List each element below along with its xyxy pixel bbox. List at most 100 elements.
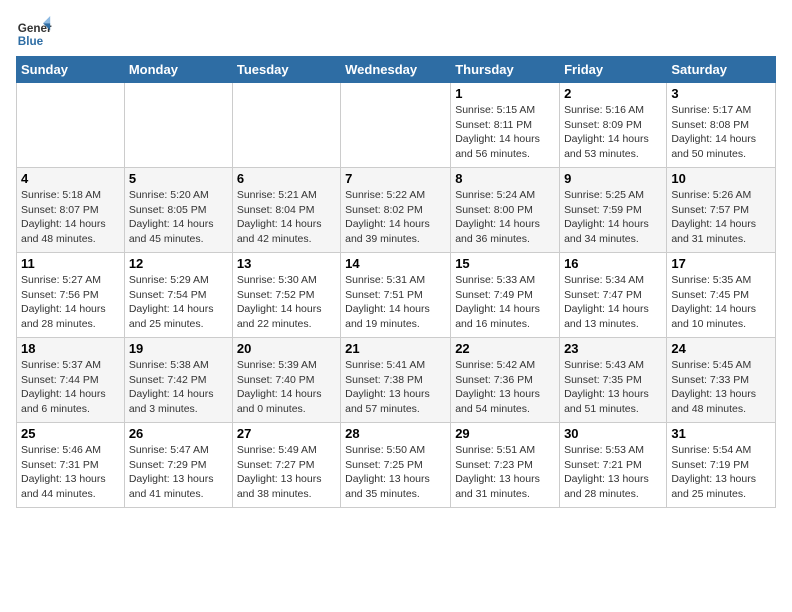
- calendar-cell: 26 Sunrise: 5:47 AM Sunset: 7:29 PM Dayli…: [124, 423, 232, 508]
- calendar-cell: 12Sunrise: 5:29 AM Sunset: 7:54 PM Dayli…: [124, 253, 232, 338]
- day-info: Sunrise: 5:54 AM Sunset: 7:19 PM Dayligh…: [671, 443, 771, 502]
- header-sunday: Sunday: [17, 57, 125, 83]
- calendar-cell: 21 Sunrise: 5:41 AM Sunset: 7:38 PM Dayli…: [341, 338, 451, 423]
- day-number: 26: [129, 426, 228, 441]
- calendar-cell: 7 Sunrise: 5:22 AM Sunset: 8:02 PM Daylig…: [341, 168, 451, 253]
- calendar-cell: 10 Sunrise: 5:26 AM Sunset: 7:57 PM Dayli…: [667, 168, 776, 253]
- calendar-cell: 8Sunrise: 5:24 AM Sunset: 8:00 PM Daylig…: [451, 168, 560, 253]
- svg-text:Blue: Blue: [18, 35, 44, 48]
- day-number: 5: [129, 171, 228, 186]
- day-info: Sunrise: 5:31 AM Sunset: 7:51 PM Dayligh…: [345, 273, 446, 332]
- calendar-cell: 14 Sunrise: 5:31 AM Sunset: 7:51 PM Dayli…: [341, 253, 451, 338]
- week-row-2: 4 Sunrise: 5:18 AM Sunset: 8:07 PM Daylig…: [17, 168, 776, 253]
- day-number: 17: [671, 256, 771, 271]
- day-info: Sunrise: 5:27 AM Sunset: 7:56 PM Dayligh…: [21, 273, 120, 332]
- calendar-cell: 17 Sunrise: 5:35 AM Sunset: 7:45 PM Dayli…: [667, 253, 776, 338]
- header-tuesday: Tuesday: [232, 57, 340, 83]
- day-info: Sunrise: 5:33 AM Sunset: 7:49 PM Dayligh…: [455, 273, 555, 332]
- day-number: 21: [345, 341, 446, 356]
- day-number: 16: [564, 256, 662, 271]
- day-number: 4: [21, 171, 120, 186]
- calendar-cell: 1Sunrise: 5:15 AM Sunset: 8:11 PM Daylig…: [451, 83, 560, 168]
- day-info: Sunrise: 5:16 AM Sunset: 8:09 PM Dayligh…: [564, 103, 662, 162]
- logo: General Blue: [16, 16, 52, 52]
- day-number: 28: [345, 426, 446, 441]
- day-info: Sunrise: 5:25 AM Sunset: 7:59 PM Dayligh…: [564, 188, 662, 247]
- day-info: Sunrise: 5:45 AM Sunset: 7:33 PM Dayligh…: [671, 358, 771, 417]
- day-info: Sunrise: 5:15 AM Sunset: 8:11 PM Dayligh…: [455, 103, 555, 162]
- calendar-cell: [124, 83, 232, 168]
- calendar-cell: 18 Sunrise: 5:37 AM Sunset: 7:44 PM Dayli…: [17, 338, 125, 423]
- day-info: Sunrise: 5:53 AM Sunset: 7:21 PM Dayligh…: [564, 443, 662, 502]
- day-info: Sunrise: 5:37 AM Sunset: 7:44 PM Dayligh…: [21, 358, 120, 417]
- calendar-cell: 28 Sunrise: 5:50 AM Sunset: 7:25 PM Dayli…: [341, 423, 451, 508]
- week-row-5: 25 Sunrise: 5:46 AM Sunset: 7:31 PM Dayli…: [17, 423, 776, 508]
- day-info: Sunrise: 5:17 AM Sunset: 8:08 PM Dayligh…: [671, 103, 771, 162]
- calendar-cell: 19Sunrise: 5:38 AM Sunset: 7:42 PM Dayli…: [124, 338, 232, 423]
- logo-icon: General Blue: [16, 16, 52, 52]
- day-number: 18: [21, 341, 120, 356]
- day-number: 15: [455, 256, 555, 271]
- day-number: 27: [237, 426, 336, 441]
- header-friday: Friday: [560, 57, 667, 83]
- day-info: Sunrise: 5:39 AM Sunset: 7:40 PM Dayligh…: [237, 358, 336, 417]
- calendar-table: SundayMondayTuesdayWednesdayThursdayFrid…: [16, 56, 776, 508]
- day-number: 20: [237, 341, 336, 356]
- day-info: Sunrise: 5:41 AM Sunset: 7:38 PM Dayligh…: [345, 358, 446, 417]
- calendar-cell: 9Sunrise: 5:25 AM Sunset: 7:59 PM Daylig…: [560, 168, 667, 253]
- day-number: 10: [671, 171, 771, 186]
- day-info: Sunrise: 5:20 AM Sunset: 8:05 PM Dayligh…: [129, 188, 228, 247]
- page-header: General Blue: [16, 16, 776, 52]
- day-number: 29: [455, 426, 555, 441]
- day-number: 13: [237, 256, 336, 271]
- day-info: Sunrise: 5:42 AM Sunset: 7:36 PM Dayligh…: [455, 358, 555, 417]
- day-number: 12: [129, 256, 228, 271]
- day-info: Sunrise: 5:35 AM Sunset: 7:45 PM Dayligh…: [671, 273, 771, 332]
- calendar-cell: [341, 83, 451, 168]
- day-info: Sunrise: 5:47 AM Sunset: 7:29 PM Dayligh…: [129, 443, 228, 502]
- calendar-cell: 16 Sunrise: 5:34 AM Sunset: 7:47 PM Dayli…: [560, 253, 667, 338]
- day-number: 3: [671, 86, 771, 101]
- day-number: 23: [564, 341, 662, 356]
- day-info: Sunrise: 5:26 AM Sunset: 7:57 PM Dayligh…: [671, 188, 771, 247]
- day-number: 30: [564, 426, 662, 441]
- header-thursday: Thursday: [451, 57, 560, 83]
- day-info: Sunrise: 5:50 AM Sunset: 7:25 PM Dayligh…: [345, 443, 446, 502]
- calendar-cell: 2 Sunrise: 5:16 AM Sunset: 8:09 PM Daylig…: [560, 83, 667, 168]
- week-row-1: 1Sunrise: 5:15 AM Sunset: 8:11 PM Daylig…: [17, 83, 776, 168]
- day-info: Sunrise: 5:18 AM Sunset: 8:07 PM Dayligh…: [21, 188, 120, 247]
- header-monday: Monday: [124, 57, 232, 83]
- calendar-cell: 30 Sunrise: 5:53 AM Sunset: 7:21 PM Dayli…: [560, 423, 667, 508]
- calendar-cell: [17, 83, 125, 168]
- day-number: 11: [21, 256, 120, 271]
- day-number: 14: [345, 256, 446, 271]
- calendar-header-row: SundayMondayTuesdayWednesdayThursdayFrid…: [17, 57, 776, 83]
- day-info: Sunrise: 5:43 AM Sunset: 7:35 PM Dayligh…: [564, 358, 662, 417]
- day-info: Sunrise: 5:22 AM Sunset: 8:02 PM Dayligh…: [345, 188, 446, 247]
- day-info: Sunrise: 5:30 AM Sunset: 7:52 PM Dayligh…: [237, 273, 336, 332]
- week-row-4: 18 Sunrise: 5:37 AM Sunset: 7:44 PM Dayli…: [17, 338, 776, 423]
- day-number: 2: [564, 86, 662, 101]
- calendar-cell: 22Sunrise: 5:42 AM Sunset: 7:36 PM Dayli…: [451, 338, 560, 423]
- calendar-cell: 3 Sunrise: 5:17 AM Sunset: 8:08 PM Daylig…: [667, 83, 776, 168]
- day-number: 24: [671, 341, 771, 356]
- header-saturday: Saturday: [667, 57, 776, 83]
- header-wednesday: Wednesday: [341, 57, 451, 83]
- calendar-cell: 4 Sunrise: 5:18 AM Sunset: 8:07 PM Daylig…: [17, 168, 125, 253]
- calendar-cell: 11 Sunrise: 5:27 AM Sunset: 7:56 PM Dayli…: [17, 253, 125, 338]
- day-info: Sunrise: 5:21 AM Sunset: 8:04 PM Dayligh…: [237, 188, 336, 247]
- calendar-cell: 29 Sunrise: 5:51 AM Sunset: 7:23 PM Dayli…: [451, 423, 560, 508]
- calendar-cell: 25 Sunrise: 5:46 AM Sunset: 7:31 PM Dayli…: [17, 423, 125, 508]
- day-info: Sunrise: 5:51 AM Sunset: 7:23 PM Dayligh…: [455, 443, 555, 502]
- calendar-cell: 24 Sunrise: 5:45 AM Sunset: 7:33 PM Dayli…: [667, 338, 776, 423]
- calendar-cell: 13 Sunrise: 5:30 AM Sunset: 7:52 PM Dayli…: [232, 253, 340, 338]
- day-number: 25: [21, 426, 120, 441]
- day-info: Sunrise: 5:34 AM Sunset: 7:47 PM Dayligh…: [564, 273, 662, 332]
- day-info: Sunrise: 5:38 AM Sunset: 7:42 PM Dayligh…: [129, 358, 228, 417]
- week-row-3: 11 Sunrise: 5:27 AM Sunset: 7:56 PM Dayli…: [17, 253, 776, 338]
- calendar-cell: 5 Sunrise: 5:20 AM Sunset: 8:05 PM Daylig…: [124, 168, 232, 253]
- calendar-cell: 15 Sunrise: 5:33 AM Sunset: 7:49 PM Dayli…: [451, 253, 560, 338]
- day-info: Sunrise: 5:46 AM Sunset: 7:31 PM Dayligh…: [21, 443, 120, 502]
- calendar-cell: 23 Sunrise: 5:43 AM Sunset: 7:35 PM Dayli…: [560, 338, 667, 423]
- day-number: 7: [345, 171, 446, 186]
